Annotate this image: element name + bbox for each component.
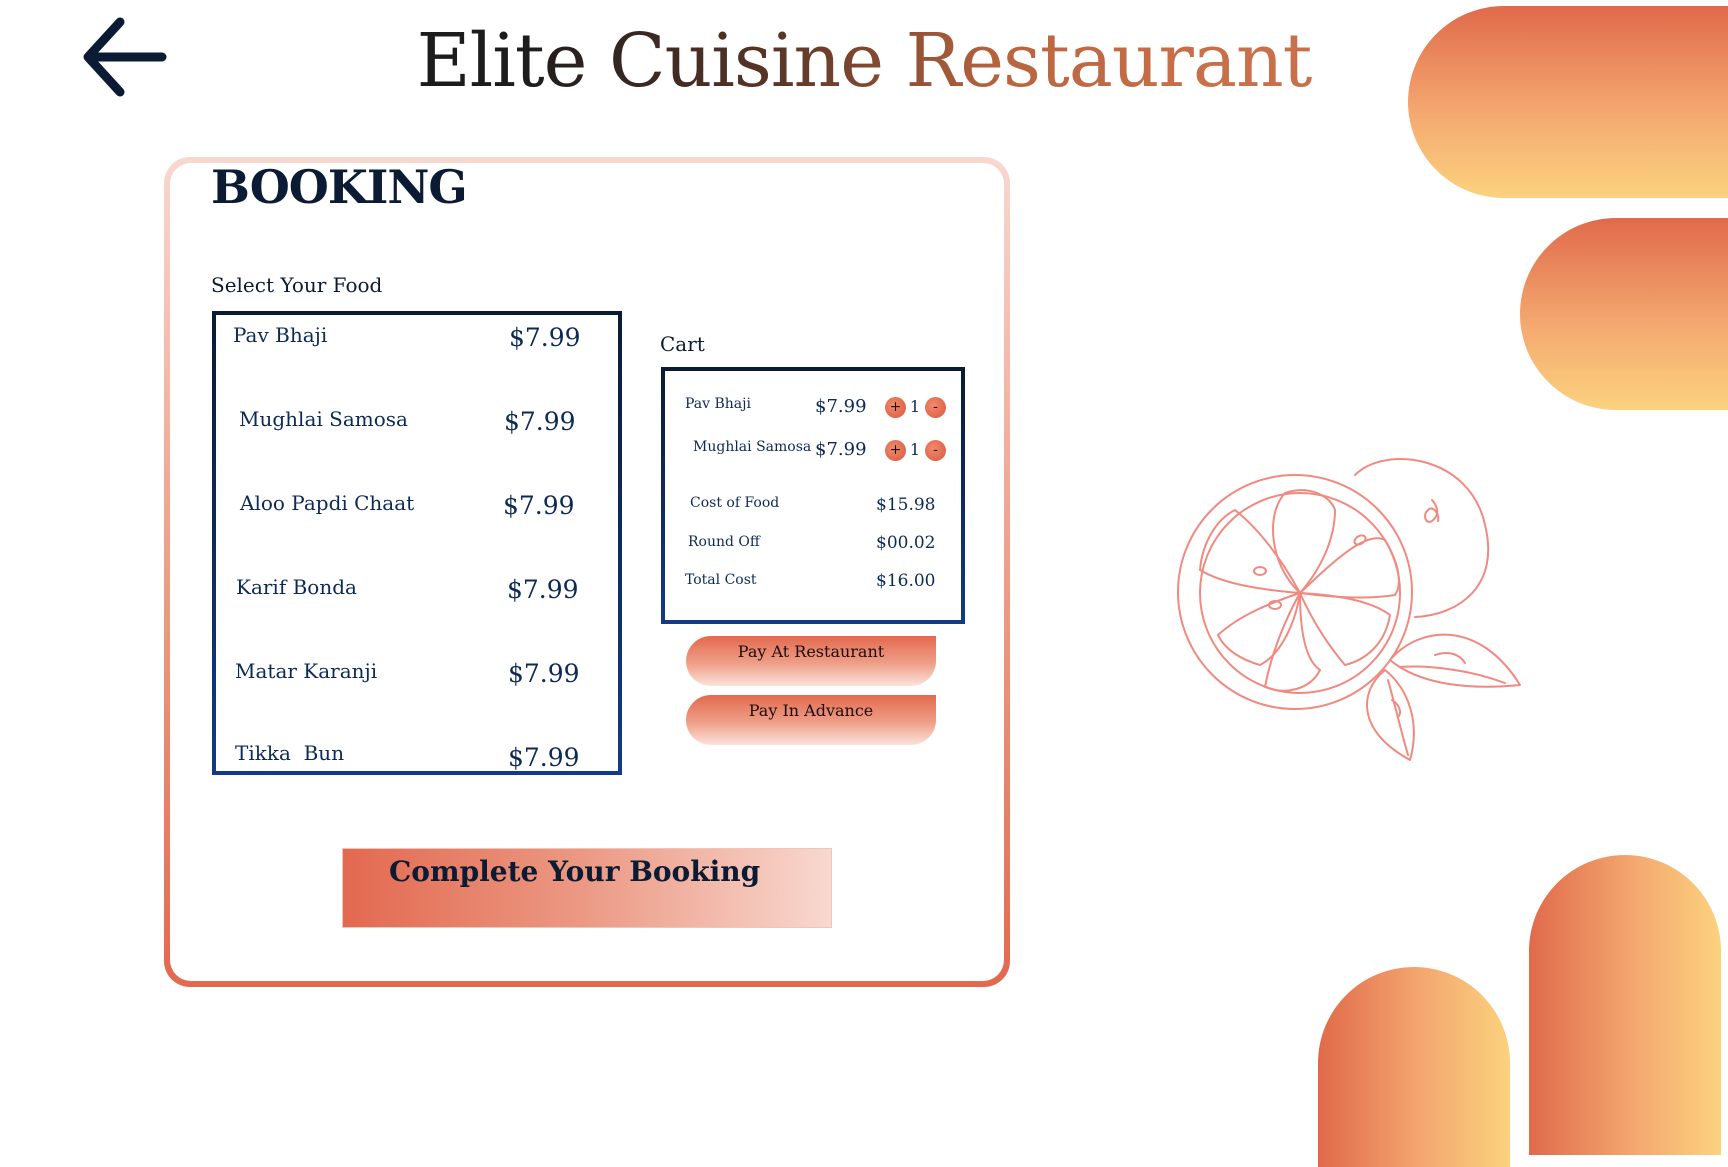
menu-item-price: $7.99 [504, 407, 576, 436]
menu-item-price: $7.99 [508, 659, 580, 688]
menu-item-price: $7.99 [508, 743, 580, 772]
increase-qty-button[interactable]: + [885, 397, 906, 418]
decorative-pill [1529, 855, 1721, 1155]
complete-booking-label: Complete Your Booking [389, 855, 761, 888]
cart-panel: Pav Bhaji $7.99 + 1 - Mughlai Samosa $7.… [661, 367, 965, 624]
cart-item-name: Pav Bhaji [685, 396, 751, 412]
decorative-pill [1408, 6, 1728, 198]
menu-item-matar-karanji[interactable]: Matar Karanji $7.99 [216, 657, 618, 697]
menu-item-name: Tikka Bun [235, 741, 345, 765]
increase-qty-button[interactable]: + [885, 440, 906, 461]
cost-of-food-value: $15.98 [876, 495, 936, 515]
pay-in-advance-button[interactable]: Pay In Advance [686, 695, 936, 745]
menu-item-name: Mughlai Samosa [239, 407, 408, 431]
cart-item: Pav Bhaji $7.99 + 1 - [665, 394, 961, 424]
total-cost-label: Total Cost [685, 572, 757, 588]
menu-item-tikka-bun[interactable]: Tikka Bun $7.99 [216, 741, 618, 781]
select-food-label: Select Your Food [211, 273, 383, 297]
menu-item-name: Karif Bonda [236, 575, 357, 599]
quantity-value: 1 [909, 397, 921, 416]
food-menu-list: Pav Bhaji $7.99 Mughlai Samosa $7.99 Alo… [212, 311, 622, 775]
booking-title: BOOKING [211, 160, 468, 214]
decrease-qty-button[interactable]: - [925, 397, 946, 418]
round-off-value: $00.02 [876, 533, 936, 553]
menu-item-name: Pav Bhaji [233, 323, 328, 347]
round-off-label: Round Off [688, 534, 760, 550]
complete-booking-button[interactable]: Complete Your Booking [342, 848, 832, 928]
cart-item-name: Mughlai Samosa [693, 439, 812, 455]
decorative-pill [1318, 967, 1510, 1167]
menu-item-name: Aloo Papdi Chaat [240, 491, 415, 515]
menu-item-mughlai-samosa[interactable]: Mughlai Samosa $7.99 [216, 405, 618, 445]
menu-item-karif-bonda[interactable]: Karif Bonda $7.99 [216, 573, 618, 613]
pay-at-restaurant-button[interactable]: Pay At Restaurant [686, 636, 936, 686]
decorative-pill [1520, 218, 1728, 410]
decrease-qty-button[interactable]: - [925, 440, 946, 461]
orange-fruit-illustration [1170, 455, 1530, 765]
quantity-value: 1 [909, 440, 921, 459]
cart-item: Mughlai Samosa $7.99 + 1 - [665, 437, 961, 467]
menu-item-price: $7.99 [503, 491, 575, 520]
menu-item-pav-bhaji[interactable]: Pav Bhaji $7.99 [216, 321, 618, 361]
cart-label: Cart [660, 332, 705, 356]
total-cost-value: $16.00 [876, 571, 936, 591]
menu-item-aloo-papdi-chaat[interactable]: Aloo Papdi Chaat $7.99 [216, 489, 618, 529]
cost-of-food-label: Cost of Food [690, 495, 780, 511]
menu-item-price: $7.99 [509, 323, 581, 352]
menu-item-price: $7.99 [507, 575, 579, 604]
menu-item-name: Matar Karanji [235, 659, 378, 683]
cart-item-price: $7.99 [815, 396, 867, 417]
cart-item-price: $7.99 [815, 439, 867, 460]
